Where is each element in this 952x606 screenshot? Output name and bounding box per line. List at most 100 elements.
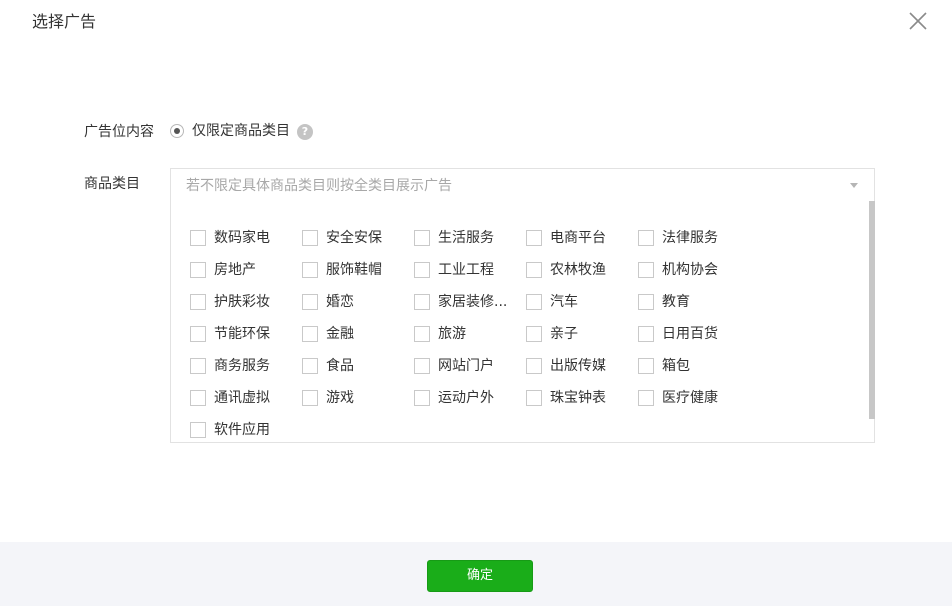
category-checkbox[interactable] [526,294,542,310]
category-option[interactable]: 房地产 [190,260,256,280]
category-option[interactable]: 出版传媒 [526,356,606,376]
category-option-label[interactable]: 运动户外 [438,388,494,408]
category-option[interactable]: 数码家电 [190,228,270,248]
category-option[interactable]: 农林牧渔 [526,260,606,280]
category-checkbox[interactable] [638,262,654,278]
category-checkbox[interactable] [414,294,430,310]
confirm-button[interactable]: 确定 [427,560,533,592]
category-option[interactable]: 婚恋 [302,292,354,312]
category-checkbox[interactable] [302,358,318,374]
category-checkbox[interactable] [638,390,654,406]
category-checkbox[interactable] [190,326,206,342]
category-checkbox[interactable] [190,294,206,310]
category-checkbox[interactable] [414,262,430,278]
category-checkbox[interactable] [526,230,542,246]
category-option-label[interactable]: 通讯虚拟 [214,388,270,408]
category-option-label[interactable]: 出版传媒 [550,356,606,376]
category-select[interactable]: 若不限定具体商品类目则按全类目展示广告 [170,168,875,202]
category-option[interactable]: 工业工程 [414,260,494,280]
chevron-down-icon[interactable] [850,183,858,188]
category-option-label[interactable]: 护肤彩妆 [214,292,270,312]
category-option-label[interactable]: 汽车 [550,292,578,312]
category-option[interactable]: 法律服务 [638,228,718,248]
category-checkbox[interactable] [302,262,318,278]
category-option-label[interactable]: 日用百货 [662,324,718,344]
category-option-label[interactable]: 生活服务 [438,228,494,248]
category-option[interactable]: 护肤彩妆 [190,292,270,312]
category-checkbox[interactable] [526,262,542,278]
category-option-label[interactable]: 食品 [326,356,354,376]
limit-category-radio-label[interactable]: 仅限定商品类目 [192,121,290,141]
category-option[interactable]: 日用百货 [638,324,718,344]
category-option[interactable]: 服饰鞋帽 [302,260,382,280]
category-checkbox[interactable] [638,326,654,342]
category-checkbox[interactable] [414,326,430,342]
help-icon[interactable]: ? [297,124,313,140]
close-icon[interactable] [906,9,930,33]
category-option[interactable]: 节能环保 [190,324,270,344]
category-checkbox[interactable] [638,230,654,246]
category-option[interactable]: 通讯虚拟 [190,388,270,408]
category-option[interactable]: 医疗健康 [638,388,718,408]
category-option[interactable]: 电商平台 [526,228,606,248]
category-option[interactable]: 运动户外 [414,388,494,408]
category-option-label[interactable]: 网站门户 [438,356,494,376]
category-option[interactable]: 机构协会 [638,260,718,280]
category-option[interactable]: 教育 [638,292,690,312]
category-checkbox[interactable] [526,326,542,342]
category-option-label[interactable]: 亲子 [550,324,578,344]
category-option-label[interactable]: 房地产 [214,260,256,280]
category-option-label[interactable]: 数码家电 [214,228,270,248]
category-option-label[interactable]: 箱包 [662,356,690,376]
category-option-label[interactable]: 软件应用 [214,420,270,440]
category-option-label[interactable]: 机构协会 [662,260,718,280]
category-checkbox[interactable] [190,390,206,406]
category-option-label[interactable]: 工业工程 [438,260,494,280]
category-option[interactable]: 网站门户 [414,356,494,376]
category-option[interactable]: 箱包 [638,356,690,376]
category-checkbox[interactable] [190,358,206,374]
category-option-label[interactable]: 医疗健康 [662,388,718,408]
category-option[interactable]: 珠宝钟表 [526,388,606,408]
category-option[interactable]: 安全安保 [302,228,382,248]
category-option[interactable]: 生活服务 [414,228,494,248]
category-option[interactable]: 金融 [302,324,354,344]
category-option-label[interactable]: 安全安保 [326,228,382,248]
category-checkbox[interactable] [302,390,318,406]
category-option-label[interactable]: 游戏 [326,388,354,408]
category-option[interactable]: 游戏 [302,388,354,408]
category-option[interactable]: 食品 [302,356,354,376]
category-option-label[interactable]: 婚恋 [326,292,354,312]
category-checkbox[interactable] [526,390,542,406]
category-checkbox[interactable] [638,294,654,310]
category-checkbox[interactable] [302,294,318,310]
category-checkbox[interactable] [414,390,430,406]
category-checkbox[interactable] [302,326,318,342]
limit-category-radio[interactable] [170,124,184,138]
category-option-label[interactable]: 节能环保 [214,324,270,344]
category-option-label[interactable]: 法律服务 [662,228,718,248]
category-option-label[interactable]: 服饰鞋帽 [326,260,382,280]
category-option-label[interactable]: 旅游 [438,324,466,344]
category-option[interactable]: 软件应用 [190,420,270,440]
category-option[interactable]: 汽车 [526,292,578,312]
category-option-label[interactable]: 商务服务 [214,356,270,376]
category-option-label[interactable]: 珠宝钟表 [550,388,606,408]
category-option-label[interactable]: 金融 [326,324,354,344]
category-checkbox[interactable] [414,358,430,374]
category-option-label[interactable]: 电商平台 [550,228,606,248]
category-option[interactable]: 旅游 [414,324,466,344]
category-checkbox[interactable] [638,358,654,374]
category-option[interactable]: 家居装修... [414,292,507,312]
category-checkbox[interactable] [302,230,318,246]
category-checkbox[interactable] [526,358,542,374]
category-checkbox[interactable] [414,230,430,246]
category-option[interactable]: 商务服务 [190,356,270,376]
category-checkbox[interactable] [190,262,206,278]
category-option-label[interactable]: 农林牧渔 [550,260,606,280]
category-option-label[interactable]: 家居装修... [438,292,507,312]
category-option[interactable]: 亲子 [526,324,578,344]
category-option-label[interactable]: 教育 [662,292,690,312]
category-checkbox[interactable] [190,422,206,438]
dropdown-scrollbar[interactable] [869,201,875,419]
